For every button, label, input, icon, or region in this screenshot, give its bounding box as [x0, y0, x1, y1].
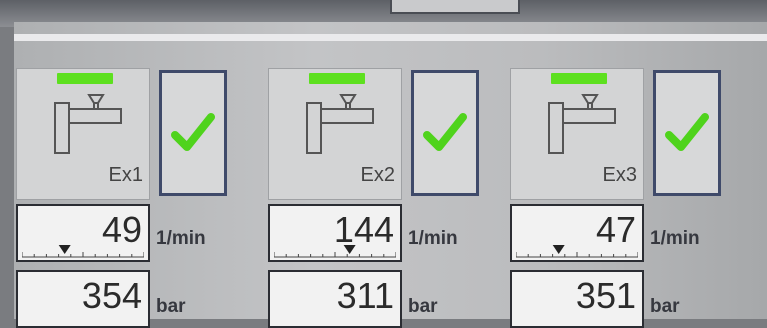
extruder-tile[interactable]: Ex2: [268, 68, 402, 200]
pressure-readout: 311: [268, 270, 402, 328]
extruder-tile[interactable]: Ex3: [510, 68, 644, 200]
enable-checkbox[interactable]: [411, 70, 479, 196]
pressure-readout: 354: [16, 270, 150, 328]
enable-checkbox[interactable]: [653, 70, 721, 196]
pressure-value: 311: [336, 275, 394, 316]
extruder-icon: [306, 94, 374, 154]
pointer-triangle-icon: [552, 245, 565, 254]
extruder-label: Ex1: [108, 164, 143, 186]
panel-divider: [14, 34, 767, 41]
extruder-icon: [54, 94, 122, 154]
status-indicator: [57, 73, 113, 84]
extruder-label: Ex2: [360, 164, 395, 186]
pointer-triangle-icon: [343, 245, 356, 254]
speed-readout: 47: [510, 204, 644, 262]
top-tab-button[interactable]: [390, 0, 520, 14]
enable-checkbox[interactable]: [159, 70, 227, 196]
status-indicator: [309, 73, 365, 84]
speed-scale: [516, 245, 638, 258]
checkmark-icon: [665, 113, 709, 151]
pressure-unit: bar: [156, 296, 186, 317]
speed-scale: [274, 245, 396, 258]
speed-unit: 1/min: [650, 228, 700, 249]
speed-unit: 1/min: [156, 228, 206, 249]
status-indicator: [551, 73, 607, 84]
speed-unit: 1/min: [408, 228, 458, 249]
speed-scale: [22, 245, 144, 258]
pressure-readout: 351: [510, 270, 644, 328]
speed-readout: 49: [16, 204, 150, 262]
speed-readout: 144: [268, 204, 402, 262]
pressure-unit: bar: [408, 296, 438, 317]
extruder-tile[interactable]: Ex1: [16, 68, 150, 200]
extruder-label: Ex3: [602, 164, 637, 186]
extruder-icon: [548, 94, 616, 154]
pressure-value: 351: [575, 275, 636, 316]
pressure-value: 354: [81, 275, 142, 316]
pointer-triangle-icon: [58, 245, 71, 254]
checkmark-icon: [423, 113, 467, 151]
checkmark-icon: [171, 113, 215, 151]
pressure-unit: bar: [650, 296, 680, 317]
